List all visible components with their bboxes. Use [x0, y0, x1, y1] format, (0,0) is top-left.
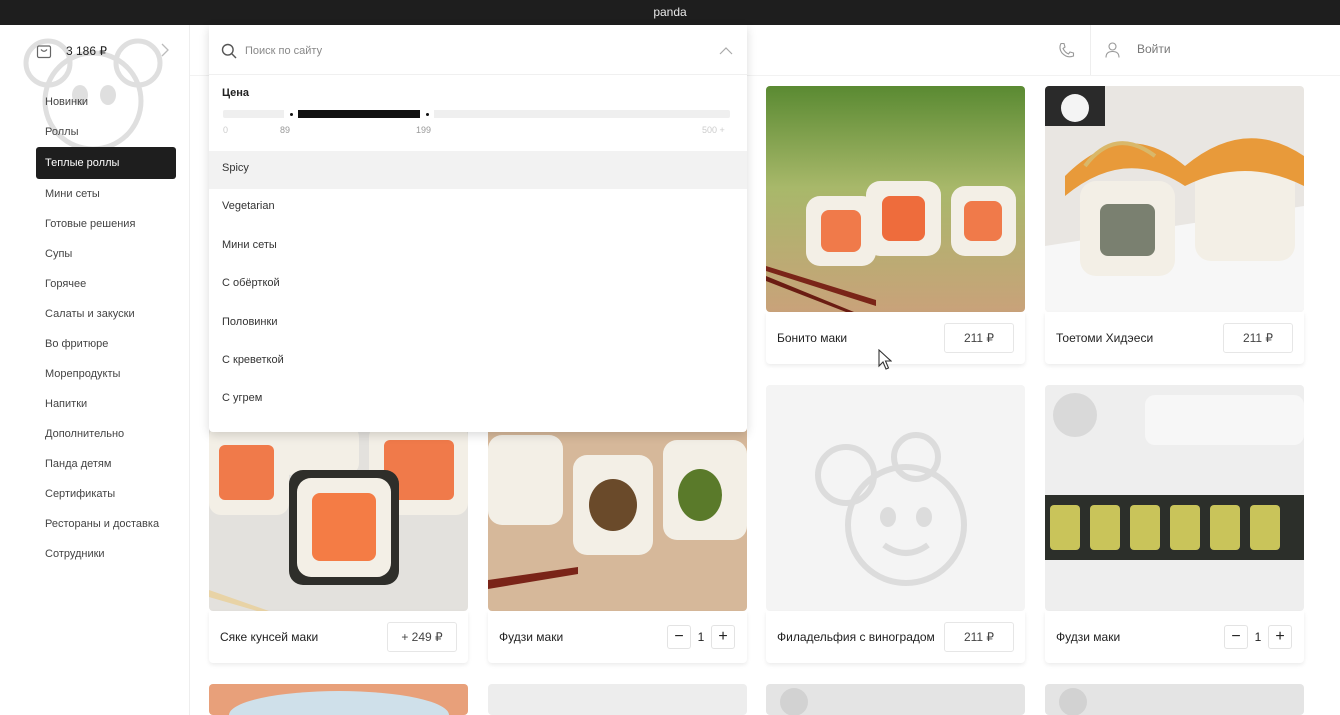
quantity-stepper: − 1 +: [1224, 625, 1292, 649]
nav-item-mini-sets[interactable]: Мини сеты: [36, 179, 176, 209]
product-photo-toetomi[interactable]: [1045, 86, 1304, 312]
product-name: Бонито маки: [777, 331, 848, 345]
filter-tag-eel[interactable]: С угрем: [209, 381, 747, 419]
price-min-handle[interactable]: [284, 108, 298, 120]
window-titlebar: panda: [0, 0, 1340, 25]
chevron-right-icon[interactable]: [160, 43, 170, 57]
shopping-bag-icon: [36, 45, 52, 59]
header-actions: Войти: [1040, 25, 1340, 75]
nav-item-salads[interactable]: Салаты и закуски: [36, 299, 176, 329]
window-title: panda: [653, 5, 687, 19]
product-name: Сяке кунсей маки: [220, 630, 319, 644]
decrease-quantity-button[interactable]: −: [1224, 625, 1248, 649]
nav-item-rolly[interactable]: Роллы: [36, 117, 176, 147]
nav-item-restaurants[interactable]: Рестораны и доставка: [36, 509, 176, 539]
filter-tag-mini-sets[interactable]: Мини сеты: [209, 228, 747, 266]
search-bar: [209, 25, 747, 75]
nav-item-soups[interactable]: Супы: [36, 239, 176, 269]
nav-item-staff[interactable]: Сотрудники: [36, 539, 176, 569]
filter-tag-spicy[interactable]: Spicy: [209, 151, 747, 190]
product-name: Тоетоми Хидэеси: [1056, 331, 1154, 345]
product-info-bar: Сяке кунсей маки + 249 ₽: [209, 611, 468, 663]
filter-tag-halves[interactable]: Половинки: [209, 305, 747, 343]
quantity-value: 1: [697, 630, 705, 644]
product-name: Фудзи маки: [499, 630, 564, 644]
quantity-value: 1: [1254, 630, 1262, 644]
price-tick-max: 500 +: [702, 125, 725, 135]
product-info-bar: Филадельфия с виноградом 211 ₽: [766, 611, 1025, 663]
nav-item-certificates[interactable]: Сертификаты: [36, 479, 176, 509]
nav-item-deep-fried[interactable]: Во фритюре: [36, 329, 176, 359]
product-name: Фудзи маки: [1056, 630, 1121, 644]
add-to-cart-button[interactable]: 211 ₽: [944, 323, 1014, 353]
add-to-cart-button[interactable]: 211 ₽: [944, 622, 1014, 652]
nav-item-hot[interactable]: Горячее: [36, 269, 176, 299]
decrease-quantity-button[interactable]: −: [667, 625, 691, 649]
user-icon[interactable]: [1105, 42, 1120, 58]
add-to-cart-button[interactable]: 211 ₽: [1223, 323, 1293, 353]
product-info-bar: Фудзи маки − 1 +: [488, 611, 747, 663]
filter-tag-list: Spicy Vegetarian Мини сеты С обёрткой По…: [209, 151, 747, 420]
price-tick-min: 0: [223, 125, 229, 135]
cart-summary[interactable]: 3 186 ₽: [36, 40, 176, 62]
price-tick-low: 89: [280, 125, 291, 135]
chevron-up-icon[interactable]: [719, 46, 733, 55]
filter-tag-vegetarian[interactable]: Vegetarian: [209, 189, 747, 227]
product-photo-placeholder[interactable]: [766, 385, 1025, 611]
search-input[interactable]: [245, 39, 685, 63]
product-name: Филадельфия с виноградом: [777, 630, 935, 644]
increase-quantity-button[interactable]: +: [1268, 625, 1292, 649]
price-range-slider[interactable]: [223, 108, 730, 120]
category-nav: Новинки Роллы Теплые роллы Мини сеты Гот…: [36, 87, 176, 569]
product-photo-partial[interactable]: [1045, 684, 1304, 715]
cart-total: 3 186 ₽: [66, 44, 107, 58]
nav-item-drinks[interactable]: Напитки: [36, 389, 176, 419]
product-photo-partial[interactable]: [488, 684, 747, 715]
nav-item-seafood[interactable]: Морепродукты: [36, 359, 176, 389]
price-max-handle[interactable]: [420, 108, 434, 120]
nav-item-kids[interactable]: Панда детям: [36, 449, 176, 479]
login-link[interactable]: Войти: [1137, 42, 1171, 56]
search-icon: [221, 43, 237, 59]
product-info-bar: Тоетоми Хидэеси 211 ₽: [1045, 312, 1304, 364]
product-photo-bonito-maki[interactable]: [766, 86, 1025, 312]
increase-quantity-button[interactable]: +: [711, 625, 735, 649]
filter-tag-shrimp[interactable]: С креветкой: [209, 343, 747, 381]
quantity-stepper: − 1 +: [667, 625, 735, 649]
nav-item-ready-solutions[interactable]: Готовые решения: [36, 209, 176, 239]
nav-item-extras[interactable]: Дополнительно: [36, 419, 176, 449]
price-filter-title: Цена: [222, 87, 250, 99]
mouse-cursor-icon: [878, 349, 892, 370]
add-to-cart-button[interactable]: + 249 ₽: [387, 622, 457, 652]
product-photo-partial[interactable]: [766, 684, 1025, 715]
header-divider: [1090, 25, 1091, 75]
phone-icon[interactable]: [1058, 42, 1075, 59]
product-info-bar: Фудзи маки − 1 +: [1045, 611, 1304, 663]
search-filter-dropdown: Цена 0 89 199 500 + Spicy Vegetarian Мин…: [209, 25, 747, 432]
sidebar: 3 186 ₽ Новинки Роллы Теплые роллы Мини …: [0, 25, 190, 715]
nav-item-warm-rolls[interactable]: Теплые роллы: [36, 147, 176, 179]
product-photo-partial[interactable]: [209, 684, 468, 715]
price-range-fill: [297, 110, 423, 118]
product-photo-fuji-maki-2[interactable]: [1045, 385, 1304, 611]
product-info-bar: Бонито маки 211 ₽: [766, 312, 1025, 364]
filter-tag-wrapped[interactable]: С обёрткой: [209, 266, 747, 304]
price-tick-high: 199: [416, 125, 432, 135]
nav-item-novinki[interactable]: Новинки: [36, 87, 176, 117]
